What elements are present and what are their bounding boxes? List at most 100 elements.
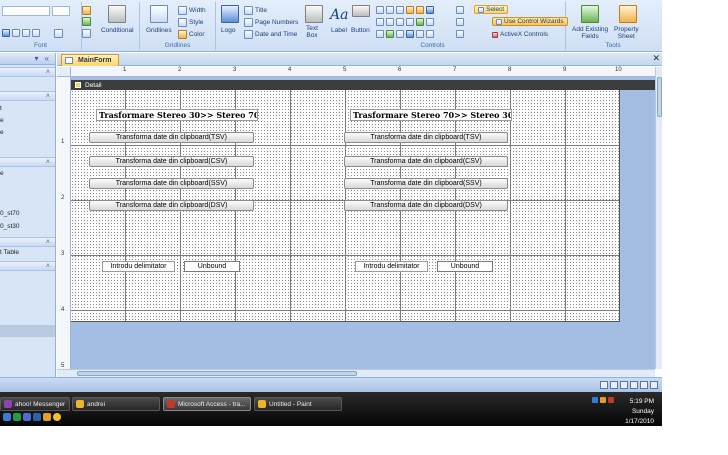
font-name-box[interactable] xyxy=(2,6,50,16)
pivottable-view-icon[interactable] xyxy=(620,381,628,389)
width-dropdown[interactable]: Width xyxy=(178,6,206,15)
antivirus-icon[interactable] xyxy=(608,397,614,403)
subform-icon[interactable] xyxy=(376,30,384,38)
color-dropdown[interactable]: Color xyxy=(178,30,205,39)
nav-item[interactable]: 0_st30 xyxy=(0,223,20,230)
nav-group-5[interactable]: ˄ xyxy=(0,261,55,271)
web-browser-icon[interactable] xyxy=(426,6,434,14)
ie-icon[interactable] xyxy=(3,413,11,421)
ssv-button-left[interactable]: Transforma date din clipboard(SSV) xyxy=(89,178,254,189)
toggle-icon[interactable] xyxy=(396,30,404,38)
form-view-icon[interactable] xyxy=(600,381,608,389)
delimiter-textbox-left[interactable]: Unbound xyxy=(184,261,240,272)
nav-item[interactable]: e xyxy=(0,117,4,124)
taskbar-item[interactable]: ahoo! Messenger xyxy=(0,397,70,411)
mail-icon[interactable] xyxy=(33,413,41,421)
winamp-icon[interactable] xyxy=(43,413,51,421)
network-icon[interactable] xyxy=(592,397,598,403)
design-view-icon[interactable] xyxy=(650,381,658,389)
style-dropdown[interactable]: Style xyxy=(178,18,203,27)
pivotchart-view-icon[interactable] xyxy=(630,381,638,389)
csv-button-right[interactable]: Transforma date din clipboard(CSV) xyxy=(344,156,508,167)
form-design-grid[interactable]: Trasformare Stereo 30>> Stereo 70 Transf… xyxy=(71,90,620,322)
ssv-button-right[interactable]: Transforma date din clipboard(SSV) xyxy=(344,178,508,189)
refresh-icon[interactable] xyxy=(13,413,21,421)
title-label-right[interactable]: Trasformare Stereo 70>> Stereo 30 xyxy=(350,109,512,121)
delimiter-label-right[interactable]: Introdu delimitator xyxy=(355,261,428,272)
page-numbers-button[interactable]: Page Numbers xyxy=(244,18,298,27)
title-label-left[interactable]: Trasformare Stereo 30>> Stereo 70 xyxy=(96,109,258,121)
csv-button-left[interactable]: Transforma date din clipboard(CSV) xyxy=(89,156,254,167)
line-type-icon[interactable] xyxy=(456,18,464,26)
align-right-icon[interactable] xyxy=(22,29,30,37)
justify-icon[interactable] xyxy=(32,29,40,37)
delimiter-textbox-right[interactable]: Unbound xyxy=(437,261,493,272)
select-button[interactable]: Select xyxy=(474,5,509,14)
align-center-icon[interactable] xyxy=(12,29,20,37)
vertical-scrollbar[interactable] xyxy=(655,67,662,369)
messenger-tray-icon[interactable] xyxy=(600,397,606,403)
delimiter-label-left[interactable]: Introdu delimitator xyxy=(102,261,175,272)
property-sheet-button[interactable]: Property Sheet xyxy=(614,26,639,40)
nav-item[interactable]: t xyxy=(0,105,2,112)
line-color-icon[interactable] xyxy=(82,29,91,38)
nav-group-3[interactable]: ˄ xyxy=(0,157,55,167)
insert-chart-icon[interactable] xyxy=(416,6,424,14)
gridlines-button[interactable]: Gridlines xyxy=(146,27,172,34)
taskbar-item[interactable]: Untitled - Paint xyxy=(254,397,342,411)
dsv-button-right[interactable]: Transforma date din clipboard(DSV) xyxy=(344,200,508,211)
date-time-button[interactable]: Date and Time xyxy=(244,30,297,39)
image-icon[interactable] xyxy=(386,30,394,38)
checkbox-icon[interactable] xyxy=(396,18,404,26)
horizontal-scrollbar[interactable] xyxy=(57,369,655,377)
scroll-thumb[interactable] xyxy=(77,371,357,376)
logo-button[interactable]: Logo xyxy=(221,27,235,34)
line-icon[interactable] xyxy=(386,6,394,14)
taskbar-item[interactable]: andrei xyxy=(72,397,160,411)
list-box-icon[interactable] xyxy=(376,18,384,26)
option-group-icon[interactable] xyxy=(406,18,414,26)
font-color-icon[interactable] xyxy=(82,6,91,15)
nav-group-4[interactable]: ˄ xyxy=(0,237,55,247)
conditional-button[interactable]: Conditional xyxy=(101,27,134,34)
combo-box-icon[interactable] xyxy=(376,6,384,14)
line-thickness-icon[interactable] xyxy=(456,6,464,14)
label-button[interactable]: Label xyxy=(331,27,347,34)
tsv-button-right[interactable]: Transforma date din clipboard(TSV) xyxy=(344,132,508,143)
clock-time[interactable]: 5:19 PM xyxy=(630,398,654,405)
nav-group-2[interactable]: ˄ xyxy=(0,91,55,101)
nav-item[interactable]: 0_st70 xyxy=(0,210,20,217)
text-box-button[interactable]: Text Box xyxy=(306,25,318,39)
nav-group-1[interactable]: ˄ xyxy=(0,67,55,77)
taskbar-item-active[interactable]: Microsoft Access - tra... xyxy=(163,397,251,411)
align-left-icon[interactable] xyxy=(2,29,10,37)
add-existing-fields-button[interactable]: Add Existing Fields xyxy=(572,26,608,40)
font-size-box[interactable] xyxy=(52,6,70,16)
activex-controls-button[interactable]: ActiveX Controls xyxy=(492,31,548,38)
fill-color-icon[interactable] xyxy=(82,17,91,26)
format-painter-icon[interactable] xyxy=(54,29,63,38)
button-button[interactable]: Button xyxy=(351,27,370,34)
smiley-icon[interactable] xyxy=(53,413,61,421)
chevron-down-icon[interactable]: ▾ xyxy=(35,54,39,63)
detail-section-bar[interactable]: Detail xyxy=(71,80,655,90)
rectangle-icon[interactable] xyxy=(386,18,394,26)
desktop-icon[interactable] xyxy=(23,413,31,421)
chart-icon[interactable] xyxy=(406,6,414,14)
close-icon[interactable]: ✕ xyxy=(652,53,660,64)
tab-control-icon[interactable] xyxy=(396,6,404,14)
title-button[interactable]: Title xyxy=(244,6,267,15)
bound-object-icon[interactable] xyxy=(416,18,424,26)
page-break-icon[interactable] xyxy=(426,18,434,26)
use-control-wizards-button[interactable]: Use Control Wizards xyxy=(492,17,568,26)
tab-mainform[interactable]: MainForm xyxy=(61,54,120,66)
dsv-button-left[interactable]: Transforma date din clipboard(DSV) xyxy=(89,200,254,211)
nav-item[interactable]: e xyxy=(0,170,4,177)
layout-view-icon[interactable] xyxy=(640,381,648,389)
collapse-pane-icon[interactable]: « xyxy=(45,54,49,63)
attachment-icon[interactable] xyxy=(406,30,414,38)
scroll-thumb[interactable] xyxy=(657,77,662,117)
datasheet-view-icon[interactable] xyxy=(610,381,618,389)
hyperlink-icon[interactable] xyxy=(426,30,434,38)
set-control-defaults-icon[interactable] xyxy=(456,30,464,38)
